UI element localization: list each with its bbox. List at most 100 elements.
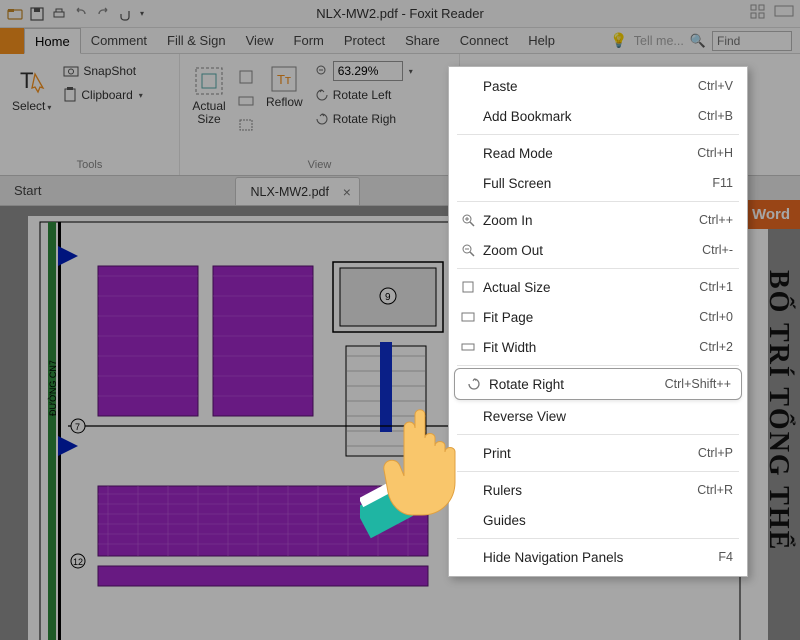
tab-fill-sign[interactable]: Fill & Sign [157, 28, 236, 54]
clipboard-button[interactable]: Clipboard▾ [63, 84, 142, 106]
menu-item-label: Rotate Right [485, 377, 665, 392]
menu-item-zoom-out[interactable]: Zoom OutCtrl+- [449, 235, 747, 265]
fit-visible-button[interactable] [238, 114, 254, 136]
tell-me-label[interactable]: Tell me... [634, 34, 684, 48]
menu-item-zoom-in[interactable]: Zoom InCtrl++ [449, 205, 747, 235]
svg-text:Tт: Tт [277, 72, 291, 87]
group-label-tools: Tools [0, 157, 179, 175]
reflow-button[interactable]: Tт Reflow [262, 60, 307, 113]
actual-size-button[interactable]: Actual Size [188, 60, 230, 130]
zoom-out-small-icon[interactable] [315, 64, 329, 78]
menu-item-shortcut: Ctrl+0 [699, 310, 733, 324]
zoom-input[interactable] [333, 61, 403, 81]
tab-comment[interactable]: Comment [81, 28, 157, 54]
redo-icon[interactable] [94, 5, 112, 23]
menu-separator [457, 471, 739, 472]
actual-icon [457, 280, 479, 294]
menu-item-guides[interactable]: Guides [449, 505, 747, 535]
svg-text:12: 12 [73, 557, 83, 567]
rot-r-icon [463, 377, 485, 391]
menu-item-add-bookmark[interactable]: Add BookmarkCtrl+B [449, 101, 747, 131]
menu-item-shortcut: Ctrl+- [702, 243, 733, 257]
menu-item-fit-page[interactable]: Fit PageCtrl+0 [449, 302, 747, 332]
menu-item-print[interactable]: PrintCtrl+P [449, 438, 747, 468]
menu-item-paste[interactable]: PasteCtrl+V [449, 71, 747, 101]
menu-item-shortcut: Ctrl+H [697, 146, 733, 160]
menu-item-shortcut: Ctrl+2 [699, 340, 733, 354]
tab-home[interactable]: Home [24, 28, 81, 54]
road-label: ĐƯỜNG CN7 [48, 360, 58, 416]
search-icon[interactable]: 🔍 [690, 33, 706, 49]
snapshot-button[interactable]: SnapShot [63, 60, 142, 82]
menu-item-full-screen[interactable]: Full ScreenF11 [449, 168, 747, 198]
menu-item-label: Zoom In [479, 213, 699, 228]
zoom-input-row: ▾ [315, 60, 413, 82]
menu-item-shortcut: Ctrl++ [699, 213, 733, 227]
menu-separator [457, 538, 739, 539]
menu-separator [457, 134, 739, 135]
open-icon[interactable] [6, 5, 24, 23]
menu-item-label: Zoom Out [479, 243, 702, 258]
menu-item-fit-width[interactable]: Fit WidthCtrl+2 [449, 332, 747, 362]
print-icon[interactable] [50, 5, 68, 23]
menu-item-shortcut: Ctrl+B [698, 109, 733, 123]
menu-separator [457, 201, 739, 202]
close-icon[interactable]: × [343, 184, 351, 200]
tab-connect[interactable]: Connect [450, 28, 518, 54]
menu-item-label: Guides [479, 513, 733, 528]
menu-item-label: Actual Size [479, 280, 699, 295]
fit-page-button[interactable] [238, 66, 254, 88]
tab-protect[interactable]: Protect [334, 28, 395, 54]
menu-item-label: Add Bookmark [479, 109, 698, 124]
menu-item-reverse-view[interactable]: Reverse View [449, 401, 747, 431]
rotate-right-button[interactable]: Rotate Righ [315, 108, 413, 130]
pointer-hand-icon [360, 400, 480, 545]
quick-access-toolbar: ▾ [6, 5, 144, 23]
menu-item-label: Full Screen [479, 176, 712, 191]
menu-item-rotate-right[interactable]: Rotate RightCtrl+Shift++ [455, 369, 741, 399]
menu-item-shortcut: Ctrl+Shift++ [665, 377, 731, 391]
menu-separator [457, 434, 739, 435]
file-tab[interactable] [0, 28, 24, 54]
tab-help[interactable]: Help [518, 28, 565, 54]
svg-text:7: 7 [75, 422, 80, 432]
menu-item-label: Rulers [479, 483, 697, 498]
fitw-icon [457, 340, 479, 354]
hand-tool-icon[interactable] [116, 5, 134, 23]
document-tab-label: NLX-MW2.pdf [250, 185, 329, 199]
qat-dropdown-icon[interactable]: ▾ [140, 9, 144, 18]
menu-item-shortcut: F11 [712, 176, 733, 190]
save-icon[interactable] [28, 5, 46, 23]
menu-item-shortcut: Ctrl+R [697, 483, 733, 497]
zoom-in-icon [457, 213, 479, 227]
lightbulb-icon: 💡 [610, 32, 627, 49]
zoom-out-icon [457, 243, 479, 257]
menu-separator [457, 268, 739, 269]
menu-item-label: Reverse View [479, 409, 733, 424]
menu-item-shortcut: Ctrl+V [698, 79, 733, 93]
menu-item-rulers[interactable]: RulersCtrl+R [449, 475, 747, 505]
menu-item-label: Fit Width [479, 340, 699, 355]
rotate-left-button[interactable]: Rotate Left [315, 84, 413, 106]
tab-share[interactable]: Share [395, 28, 450, 54]
screen-icon[interactable] [774, 5, 794, 22]
undo-icon[interactable] [72, 5, 90, 23]
menu-item-label: Read Mode [479, 146, 697, 161]
menu-item-actual-size[interactable]: Actual SizeCtrl+1 [449, 272, 747, 302]
menu-item-shortcut: F4 [718, 550, 733, 564]
menu-item-shortcut: Ctrl+1 [699, 280, 733, 294]
document-tab[interactable]: NLX-MW2.pdf × [235, 177, 360, 205]
menu-item-label: Print [479, 446, 698, 461]
tab-view[interactable]: View [236, 28, 284, 54]
fit-icon [457, 310, 479, 324]
menu-item-hide-navigation-panels[interactable]: Hide Navigation PanelsF4 [449, 542, 747, 572]
start-tab[interactable]: Start [0, 175, 55, 205]
find-input[interactable] [712, 31, 792, 51]
tab-form[interactable]: Form [284, 28, 334, 54]
svg-text:T: T [20, 68, 33, 93]
fit-width-button[interactable] [238, 90, 254, 112]
menu-item-read-mode[interactable]: Read ModeCtrl+H [449, 138, 747, 168]
group-label-view: View [180, 157, 459, 175]
select-button[interactable]: T Select▾ [8, 60, 55, 117]
grid-icon[interactable] [750, 4, 766, 23]
